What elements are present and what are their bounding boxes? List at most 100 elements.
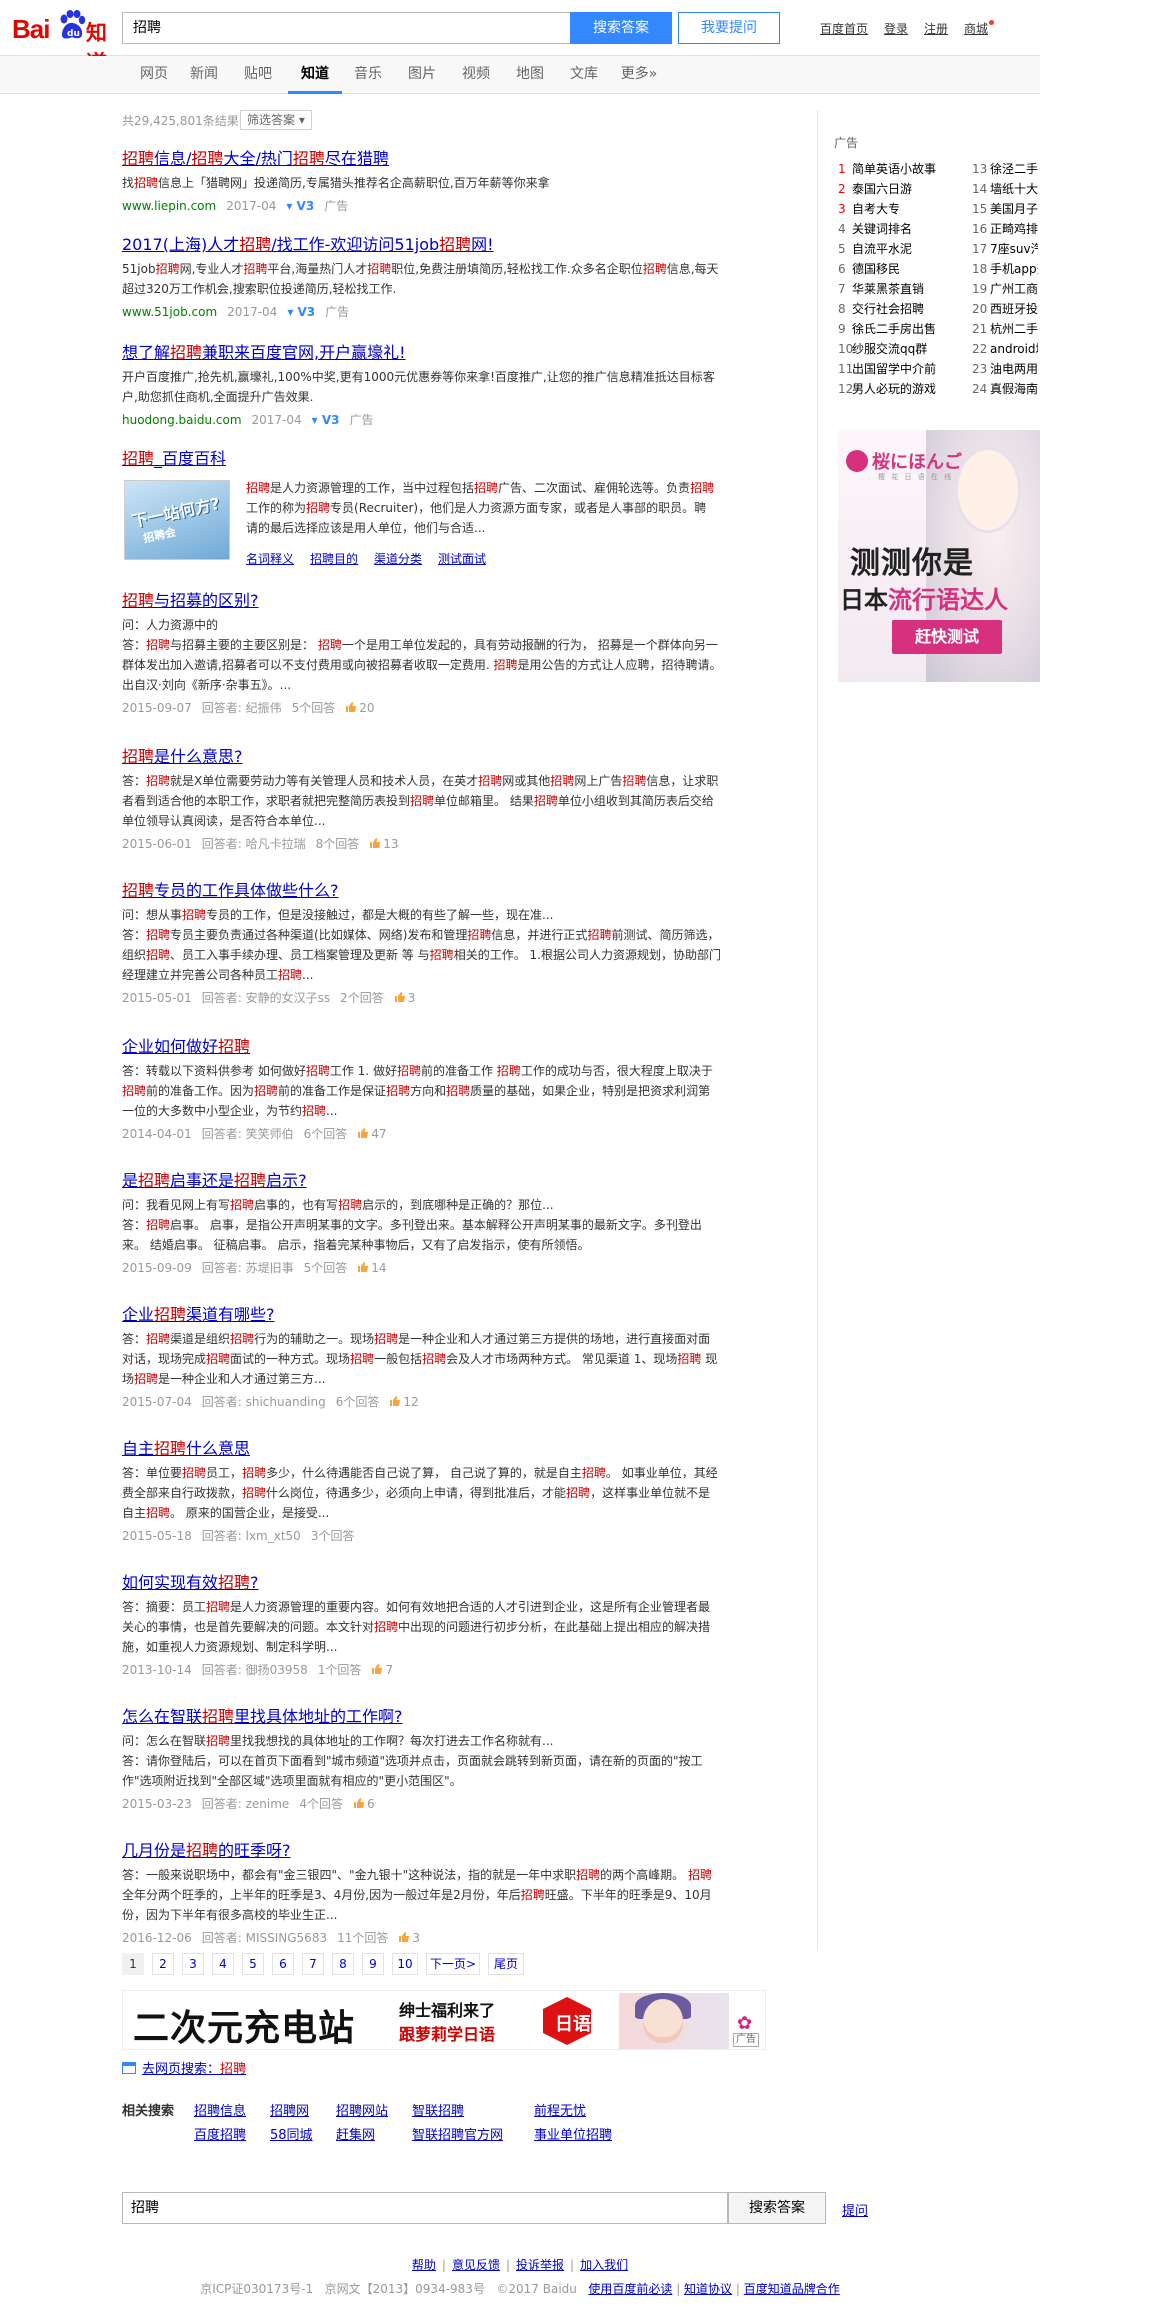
baike-title[interactable]: 招聘_百度百科: [122, 448, 722, 470]
hot-keyword-item[interactable]: 15美国月子中: [972, 200, 1038, 218]
ask-question-button[interactable]: 我要提问: [678, 12, 780, 44]
qa-answerer[interactable]: 回答者: 笑笑师伯: [202, 1127, 294, 1141]
hot-keyword-item[interactable]: 18手机app开发: [972, 260, 1038, 278]
page-5[interactable]: 5: [242, 1953, 264, 1975]
search-input[interactable]: 招聘: [122, 12, 570, 44]
hot-keyword-item[interactable]: 6 德国移民: [838, 260, 900, 278]
report-link[interactable]: 投诉举报: [516, 2258, 564, 2272]
hot-keyword-item[interactable]: 7 华莱黑茶直销: [838, 280, 924, 298]
bottom-search-button[interactable]: 搜索答案: [728, 2192, 826, 2224]
qa-answerer[interactable]: 回答者: 苏堤旧事: [202, 1261, 294, 1275]
related-search-link[interactable]: 智联招聘官方网: [412, 2124, 503, 2143]
login-link[interactable]: 登录: [884, 22, 908, 36]
qa-answer-count[interactable]: 6个回答: [336, 1395, 380, 1409]
baike-link[interactable]: 渠道分类: [374, 552, 422, 566]
ad-url[interactable]: www.51job.com: [122, 305, 217, 319]
qa-answer-count[interactable]: 1个回答: [318, 1663, 362, 1677]
qa-title[interactable]: 自主招聘什么意思: [122, 1438, 722, 1460]
filter-answers-dropdown[interactable]: 筛选答案 ▾: [240, 110, 312, 130]
qa-answerer[interactable]: 回答者: 安静的女汉子ss: [202, 991, 330, 1005]
tab-more[interactable]: 更多»: [616, 56, 662, 94]
ad-title[interactable]: 想了解招聘兼职来百度官网,开户赢壕礼!: [122, 342, 722, 364]
next-page-button[interactable]: 下一页>: [426, 1953, 480, 1975]
qa-answer-count[interactable]: 4个回答: [299, 1797, 343, 1811]
mall-link[interactable]: 商城: [964, 22, 988, 36]
baike-link[interactable]: 名词释义: [246, 552, 294, 566]
sidebar-banner-ad[interactable]: 桜にほんご 樱 花 日 语 在 线 测测你是 日本流行语达人 赶快测试: [838, 430, 1040, 682]
hot-keyword-item[interactable]: 21杭州二手房: [972, 320, 1038, 338]
qa-title[interactable]: 如何实现有效招聘?: [122, 1572, 722, 1594]
join-us-link[interactable]: 加入我们: [580, 2258, 628, 2272]
hot-keyword-item[interactable]: 12男人必玩的游戏: [838, 380, 936, 398]
feedback-link[interactable]: 意见反馈: [452, 2258, 500, 2272]
hot-keyword-item[interactable]: 22android培训: [972, 340, 1038, 358]
hot-keyword-item[interactable]: 4 关键词排名: [838, 220, 912, 238]
bottom-search-input[interactable]: 招聘: [122, 2192, 728, 2224]
hot-keyword-item[interactable]: 11出国留学中介前: [838, 360, 936, 378]
hot-keyword-item[interactable]: 23油电两用车: [972, 360, 1038, 378]
qa-answer-count[interactable]: 2个回答: [340, 991, 384, 1005]
qa-answerer[interactable]: 回答者: 纪振伟: [202, 701, 282, 715]
tab-images[interactable]: 图片: [402, 56, 442, 94]
page-9[interactable]: 9: [362, 1953, 384, 1975]
qa-answerer[interactable]: 回答者: MISSING5683: [202, 1931, 327, 1945]
last-page-button[interactable]: 尾页: [488, 1953, 524, 1975]
webpage-search-link[interactable]: 去网页搜索：招聘: [142, 2062, 246, 2077]
qa-title[interactable]: 是招聘启事还是招聘启示?: [122, 1170, 722, 1192]
hot-keyword-item[interactable]: 5 自流平水泥: [838, 240, 912, 258]
page-10[interactable]: 10: [392, 1953, 418, 1975]
related-search-link[interactable]: 58同城: [270, 2124, 313, 2143]
hot-keyword-item[interactable]: 20西班牙投资: [972, 300, 1038, 318]
qa-answer-count[interactable]: 6个回答: [304, 1127, 348, 1141]
qa-answer-count[interactable]: 5个回答: [304, 1261, 348, 1275]
tab-wenku[interactable]: 文库: [564, 56, 604, 94]
ad-cta-button[interactable]: 赶快测试: [892, 620, 1002, 654]
ad-url[interactable]: www.liepin.com: [122, 199, 216, 213]
register-link[interactable]: 注册: [924, 22, 948, 36]
brand-coop-link[interactable]: 百度知道品牌合作: [744, 2282, 840, 2296]
related-search-link[interactable]: 百度招聘: [194, 2124, 246, 2143]
ad-url[interactable]: huodong.baidu.com: [122, 413, 242, 427]
hot-keyword-item[interactable]: 9 徐氏二手房出售: [838, 320, 936, 338]
qa-title[interactable]: 几月份是招聘的旺季呀?: [122, 1840, 722, 1862]
hot-keyword-item[interactable]: 177座suv汽车: [972, 240, 1038, 258]
tab-news[interactable]: 新闻: [184, 56, 224, 94]
tab-music[interactable]: 音乐: [348, 56, 388, 94]
hot-keyword-item[interactable]: 16正畸鸡排店: [972, 220, 1038, 238]
page-1[interactable]: 1: [122, 1953, 144, 1975]
qa-answer-count[interactable]: 3个回答: [311, 1529, 355, 1543]
qa-title[interactable]: 招聘与招募的区别?: [122, 590, 722, 612]
qa-answerer[interactable]: 回答者: 哈凡卡拉瑞: [202, 837, 306, 851]
related-search-link[interactable]: 前程无忧: [534, 2100, 586, 2119]
related-search-link[interactable]: 赶集网: [336, 2124, 375, 2143]
related-search-link[interactable]: 招聘网站: [336, 2100, 388, 2119]
baike-link[interactable]: 测试面试: [438, 552, 486, 566]
qa-title[interactable]: 企业招聘渠道有哪些?: [122, 1304, 722, 1326]
hot-keyword-item[interactable]: 2 泰国六日游: [838, 180, 912, 198]
ad-title[interactable]: 招聘信息/招聘大全/热门招聘尽在猎聘: [122, 148, 722, 170]
page-6[interactable]: 6: [272, 1953, 294, 1975]
tab-video[interactable]: 视频: [456, 56, 496, 94]
qa-title[interactable]: 招聘专员的工作具体做些什么?: [122, 880, 722, 902]
qa-answer-count[interactable]: 5个回答: [292, 701, 336, 715]
related-search-link[interactable]: 智联招聘: [412, 2100, 464, 2119]
ad-title[interactable]: 2017(上海)人才招聘/找工作-欢迎访问51job招聘网!: [122, 234, 722, 256]
baidu-home-link[interactable]: 百度首页: [820, 22, 868, 36]
hot-keyword-item[interactable]: 19广州工商注: [972, 280, 1038, 298]
hot-keyword-item[interactable]: 1 简单英语小故事: [838, 160, 936, 178]
baidu-zhidao-logo[interactable]: Bai du 知道: [12, 8, 116, 75]
tab-tieba[interactable]: 贴吧: [238, 56, 278, 94]
must-read-link[interactable]: 使用百度前必读: [588, 2282, 672, 2296]
qa-title[interactable]: 怎么在智联招聘里找具体地址的工作啊?: [122, 1706, 722, 1728]
related-search-link[interactable]: 招聘信息: [194, 2100, 246, 2119]
qa-title[interactable]: 招聘是什么意思?: [122, 746, 722, 768]
search-answer-button[interactable]: 搜索答案: [570, 12, 672, 44]
tab-web[interactable]: 网页: [134, 56, 174, 94]
hot-keyword-item[interactable]: 24真假海南沉: [972, 380, 1038, 398]
hot-keyword-item[interactable]: 10纱服交流qq群: [838, 340, 927, 358]
page-8[interactable]: 8: [332, 1953, 354, 1975]
hot-keyword-item[interactable]: 8 交行社会招聘: [838, 300, 924, 318]
hot-keyword-item[interactable]: 13徐泾二手房: [972, 160, 1038, 178]
page-3[interactable]: 3: [182, 1953, 204, 1975]
agreement-link[interactable]: 知道协议: [684, 2282, 732, 2296]
